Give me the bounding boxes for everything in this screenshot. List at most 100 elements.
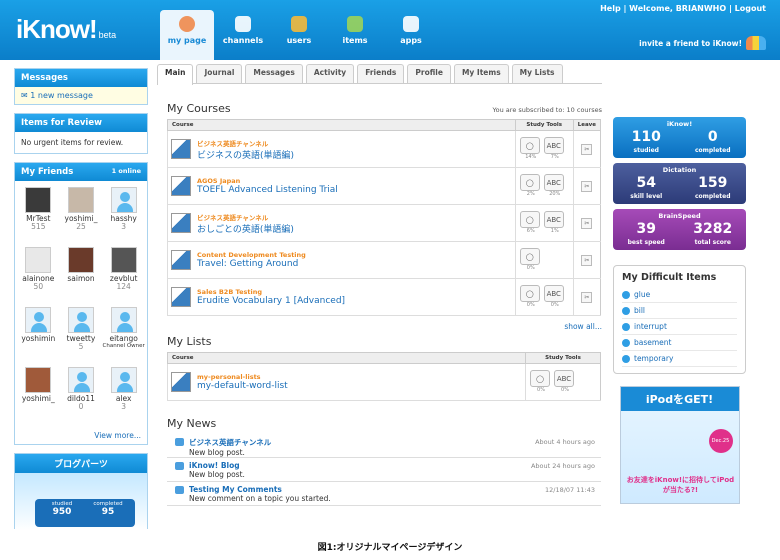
tab-messages[interactable]: Messages — [245, 64, 303, 83]
tools-cell: ◯ 6% ABC 1% — [514, 204, 574, 242]
course-publisher[interactable]: ビジネス英語チャンネル — [197, 138, 294, 148]
leave-icon[interactable]: ✂ — [581, 254, 593, 266]
study-tool[interactable]: ◯ 0% — [519, 248, 542, 271]
course-thumbnail[interactable] — [171, 176, 191, 196]
monitor-icon — [235, 16, 251, 32]
list-owner[interactable]: my-personal-lists — [197, 373, 288, 381]
course-title[interactable]: Erudite Vocabulary 1 [Advanced] — [197, 296, 345, 306]
logout-link[interactable]: Logout — [735, 4, 766, 13]
leave-cell: ✂ — [572, 241, 601, 279]
stat-panel-dictation[interactable]: Dictation 54 skill level 159 completed — [613, 163, 746, 204]
list-row: my-personal-lists my-default-word-list ◯ 0%… — [167, 363, 601, 401]
nav-users[interactable]: users — [272, 10, 326, 60]
study-tool[interactable]: ABC 1% — [543, 211, 566, 234]
friend-count: 124 — [116, 282, 131, 292]
course-thumbnail[interactable] — [171, 213, 191, 233]
nav-items[interactable]: items — [328, 10, 382, 60]
study-tool[interactable]: ◯ 0% — [519, 285, 542, 308]
course-publisher[interactable]: ビジネス英語チャンネル — [197, 212, 294, 222]
friend-item[interactable]: hasshy 3 — [102, 187, 145, 247]
list-title[interactable]: my-default-word-list — [197, 381, 288, 391]
leave-cell: ✂ — [572, 167, 601, 205]
blog-parts-preview[interactable]: studied 950 completed 95 — [15, 473, 147, 531]
top-header: iKnow! beta my page channels users items … — [0, 0, 780, 60]
friend-item[interactable]: eitango Channel Owner — [102, 307, 145, 367]
friend-item[interactable]: yoshimi_ — [17, 367, 60, 427]
tab-profile[interactable]: Profile — [407, 64, 451, 83]
friend-item[interactable]: MrTest 515 — [17, 187, 60, 247]
tab-activity[interactable]: Activity — [305, 64, 355, 83]
help-link[interactable]: Help — [600, 4, 621, 13]
abc-icon: ABC — [543, 174, 564, 191]
study-tool[interactable]: ABC 7% — [543, 137, 566, 160]
ad-subtitle: お友達をiKnow!に招待してiPodが当たる?! — [626, 476, 735, 494]
friend-item[interactable]: yoshimin — [17, 307, 60, 367]
friend-item[interactable]: alex 3 — [102, 367, 145, 427]
study-tool[interactable]: ◯ 6% — [519, 211, 542, 234]
friend-count: 25 — [76, 222, 86, 232]
leave-icon[interactable]: ✂ — [581, 180, 593, 192]
nav-apps[interactable]: apps — [384, 10, 438, 60]
friend-count: 3 — [121, 222, 127, 232]
difficult-item[interactable]: glue — [622, 287, 737, 303]
stat-panel-iknow[interactable]: iKnow! 110 studied 0 completed — [613, 117, 746, 158]
friend-item[interactable]: alainone 50 — [17, 247, 60, 307]
messages-heading: Messages — [15, 69, 147, 87]
stat-panel-brainspeed[interactable]: BrainSpeed 39 best speed 3282 total score — [613, 209, 746, 250]
tab-my-items[interactable]: My Items — [453, 64, 509, 83]
friend-item[interactable]: saimon — [60, 247, 103, 307]
show-all-link[interactable]: show all... — [157, 322, 602, 331]
leave-icon[interactable]: ✂ — [581, 143, 593, 155]
course-publisher[interactable]: AGOS Japan — [197, 177, 338, 185]
tab-friends[interactable]: Friends — [357, 64, 405, 83]
friend-name: saimon — [67, 274, 95, 283]
stat-label: total score — [694, 239, 731, 246]
abc-icon: ABC — [543, 285, 564, 302]
news-title[interactable]: Testing My Comments — [189, 485, 591, 494]
list-thumbnail[interactable] — [171, 372, 191, 392]
tab-my-lists[interactable]: My Lists — [511, 64, 563, 83]
course-publisher[interactable]: Content Development Testing — [197, 251, 306, 259]
friend-item[interactable]: tweetty 5 — [60, 307, 103, 367]
tab-main[interactable]: Main — [157, 64, 194, 85]
friend-item[interactable]: yoshimi_ 25 — [60, 187, 103, 247]
difficult-item[interactable]: bill — [622, 303, 737, 319]
news-title[interactable]: ビジネス英語チャンネル — [189, 437, 591, 448]
course-thumbnail[interactable] — [171, 287, 191, 307]
course-title[interactable]: TOEFL Advanced Listening Trial — [197, 185, 338, 195]
study-tool[interactable]: ABC 0% — [543, 285, 566, 308]
study-tool[interactable]: ◯ 0% — [530, 370, 552, 393]
course-thumbnail[interactable] — [171, 139, 191, 159]
study-tool[interactable]: ◯ 2% — [519, 174, 542, 197]
invite-friend-link[interactable]: invite a friend to iKnow! — [639, 36, 766, 50]
course-title[interactable]: おしごとの英語(単語編) — [197, 222, 294, 235]
iknow-logo[interactable]: iKnow! beta — [16, 14, 116, 45]
friend-item[interactable]: dildo11 0 — [60, 367, 103, 427]
nav-channels[interactable]: channels — [216, 10, 270, 60]
course-publisher[interactable]: Sales B2B Testing — [197, 288, 345, 296]
study-tool[interactable]: ABC 20% — [543, 174, 566, 197]
difficult-item[interactable]: interrupt — [622, 319, 737, 335]
speech-bubble-icon: ◯ — [519, 211, 540, 228]
friends-box: 1 online My Friends MrTest 515 yoshimi_ 25 ha… — [14, 162, 148, 445]
view-more-link[interactable]: View more... — [15, 429, 147, 444]
difficult-item[interactable]: basement — [622, 335, 737, 351]
tab-journal[interactable]: Journal — [196, 64, 243, 83]
course-title[interactable]: Travel: Getting Around — [197, 259, 306, 269]
leave-cell: ✂ — [572, 130, 601, 168]
nav-my-page[interactable]: my page — [160, 10, 214, 60]
new-message-link[interactable]: ✉ 1 new message — [15, 87, 147, 104]
course-row: AGOS Japan TOEFL Advanced Listening Trial… — [167, 167, 601, 205]
leave-icon[interactable]: ✂ — [581, 291, 593, 303]
friend-item[interactable]: zevblut 124 — [102, 247, 145, 307]
leave-icon[interactable]: ✂ — [581, 217, 593, 229]
difficult-item[interactable]: temporary — [622, 351, 737, 367]
study-tool[interactable]: ABC 0% — [554, 370, 576, 393]
stat-values: 110 studied 0 completed — [613, 130, 746, 155]
blog-studied: studied 950 — [39, 501, 85, 525]
stat-label: completed — [694, 193, 731, 200]
ipod-ad-banner[interactable]: iPodをGET! Dec.25 お友達をiKnow!に招待してiPodが当たる… — [619, 386, 740, 504]
course-title[interactable]: ビジネスの英語(単語編) — [197, 148, 294, 161]
study-tool[interactable]: ◯ 14% — [519, 137, 542, 160]
course-thumbnail[interactable] — [171, 250, 191, 270]
